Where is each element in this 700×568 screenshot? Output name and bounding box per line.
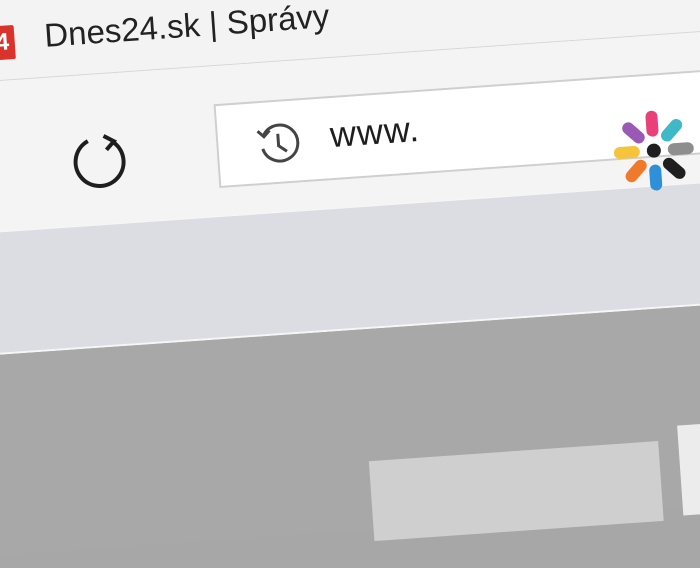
pinwheel-petal xyxy=(667,142,694,156)
browser-chrome: 24 Dnes24.sk | Správy www. xyxy=(0,0,700,357)
colorful-pinwheel-icon[interactable] xyxy=(605,102,700,200)
pinwheel-petal xyxy=(662,157,686,179)
tab-title[interactable]: Dnes24.sk | Správy xyxy=(43,0,330,55)
history-clock-icon[interactable] xyxy=(253,118,304,169)
refresh-icon[interactable] xyxy=(65,126,135,196)
content-panel-right xyxy=(677,419,700,516)
pinwheel-petal xyxy=(625,159,647,183)
pinwheel-petal xyxy=(622,122,645,144)
content-panel xyxy=(368,441,664,542)
pinwheel-petal xyxy=(613,146,640,159)
url-input[interactable]: www. xyxy=(329,108,422,156)
browser-window: 24 Dnes24.sk | Správy www. xyxy=(0,0,700,556)
pinwheel-petal xyxy=(660,118,683,142)
pinwheel-petal xyxy=(645,110,659,137)
site-favicon-icon: 24 xyxy=(0,24,16,62)
pinwheel-petal xyxy=(649,164,663,191)
forward-arrow-icon[interactable] xyxy=(0,136,15,195)
